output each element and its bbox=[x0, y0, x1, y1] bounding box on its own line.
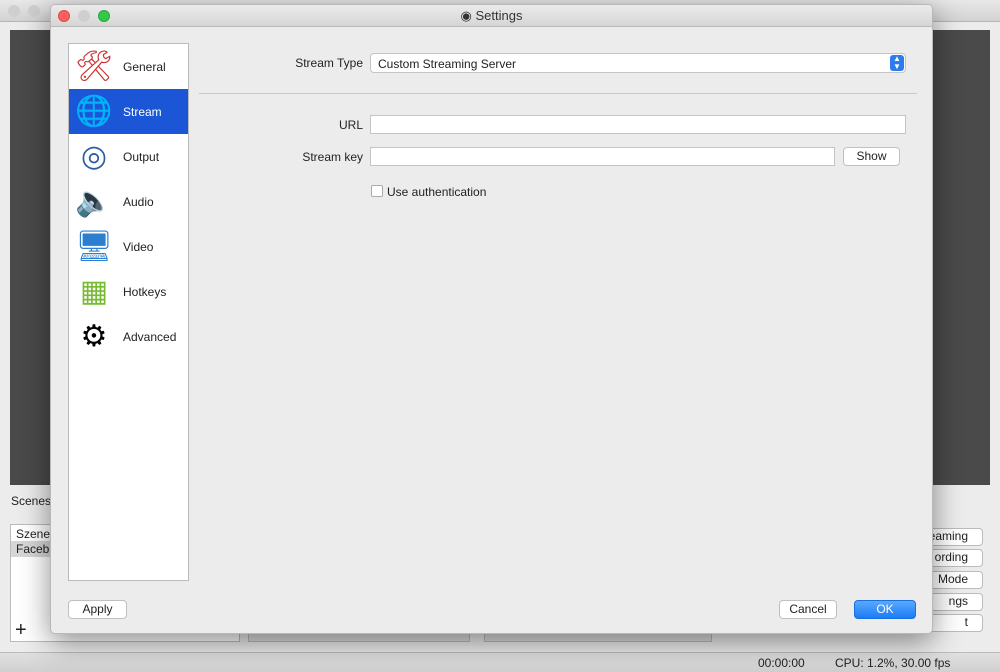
status-time: 00:00:00 bbox=[758, 656, 805, 670]
general-icon: 🛠 bbox=[74, 50, 114, 83]
zoom-button[interactable] bbox=[98, 10, 110, 22]
broadcast-icon: ◎ bbox=[80, 140, 108, 173]
url-input[interactable] bbox=[370, 115, 906, 134]
sidebar-item-audio[interactable]: 🔈 Audio bbox=[69, 179, 188, 224]
stream-key-label: Stream key bbox=[302, 150, 363, 164]
monitor-icon: 🖥 bbox=[74, 230, 114, 263]
sidebar-item-general[interactable]: 🛠 General bbox=[69, 44, 188, 89]
settings-dialog: ◉ Settings 🛠 General 🌐 Stream ◎ Output 🔈 Aud… bbox=[50, 4, 933, 634]
obs-icon: ◉ bbox=[460, 8, 476, 23]
use-authentication-checkbox[interactable] bbox=[371, 185, 383, 197]
ok-button[interactable]: OK bbox=[854, 600, 916, 619]
sidebar-item-advanced[interactable]: ⚙ Advanced bbox=[69, 314, 188, 359]
stream-type-select[interactable]: Custom Streaming Server ▲ ▼ bbox=[370, 53, 906, 73]
settings-sidebar: 🛠 General 🌐 Stream ◎ Output 🔈 Audio 🖥 Video ▦… bbox=[68, 43, 189, 581]
sidebar-item-video[interactable]: 🖥 Video bbox=[69, 224, 188, 269]
gears-icon: ⚙ bbox=[80, 320, 108, 353]
minimize-button[interactable] bbox=[78, 10, 90, 22]
status-bar: 00:00:00 CPU: 1.2%, 30.00 fps bbox=[0, 652, 1000, 672]
scenes-label: Scenes bbox=[11, 494, 52, 508]
speaker-icon: 🔈 bbox=[75, 185, 113, 218]
close-button[interactable] bbox=[58, 10, 70, 22]
add-scene-button[interactable]: + bbox=[15, 619, 27, 642]
sidebar-item-stream[interactable]: 🌐 Stream bbox=[69, 89, 188, 134]
sidebar-item-output[interactable]: ◎ Output bbox=[69, 134, 188, 179]
cancel-button[interactable]: Cancel bbox=[779, 600, 837, 619]
status-cpu: CPU: 1.2%, 30.00 fps bbox=[835, 656, 951, 670]
use-authentication-label: Use authentication bbox=[387, 185, 487, 199]
stream-type-value: Custom Streaming Server bbox=[378, 57, 517, 71]
separator bbox=[199, 93, 917, 94]
sidebar-item-hotkeys[interactable]: ▦ Hotkeys bbox=[69, 269, 188, 314]
url-label: URL bbox=[338, 118, 363, 132]
stream-type-label: Stream Type bbox=[295, 56, 363, 70]
dialog-titlebar: ◉ Settings bbox=[51, 5, 932, 27]
show-key-button[interactable]: Show bbox=[843, 147, 900, 166]
globe-icon: 🌐 bbox=[75, 95, 113, 128]
dialog-title: Settings bbox=[475, 8, 523, 23]
updown-chevron-icon: ▲ ▼ bbox=[890, 55, 904, 71]
stream-key-input[interactable] bbox=[370, 147, 835, 166]
minimize-button-inactive[interactable] bbox=[28, 5, 40, 17]
close-button-inactive[interactable] bbox=[8, 5, 20, 17]
keyboard-icon: ▦ bbox=[79, 275, 109, 308]
apply-button[interactable]: Apply bbox=[68, 600, 127, 619]
